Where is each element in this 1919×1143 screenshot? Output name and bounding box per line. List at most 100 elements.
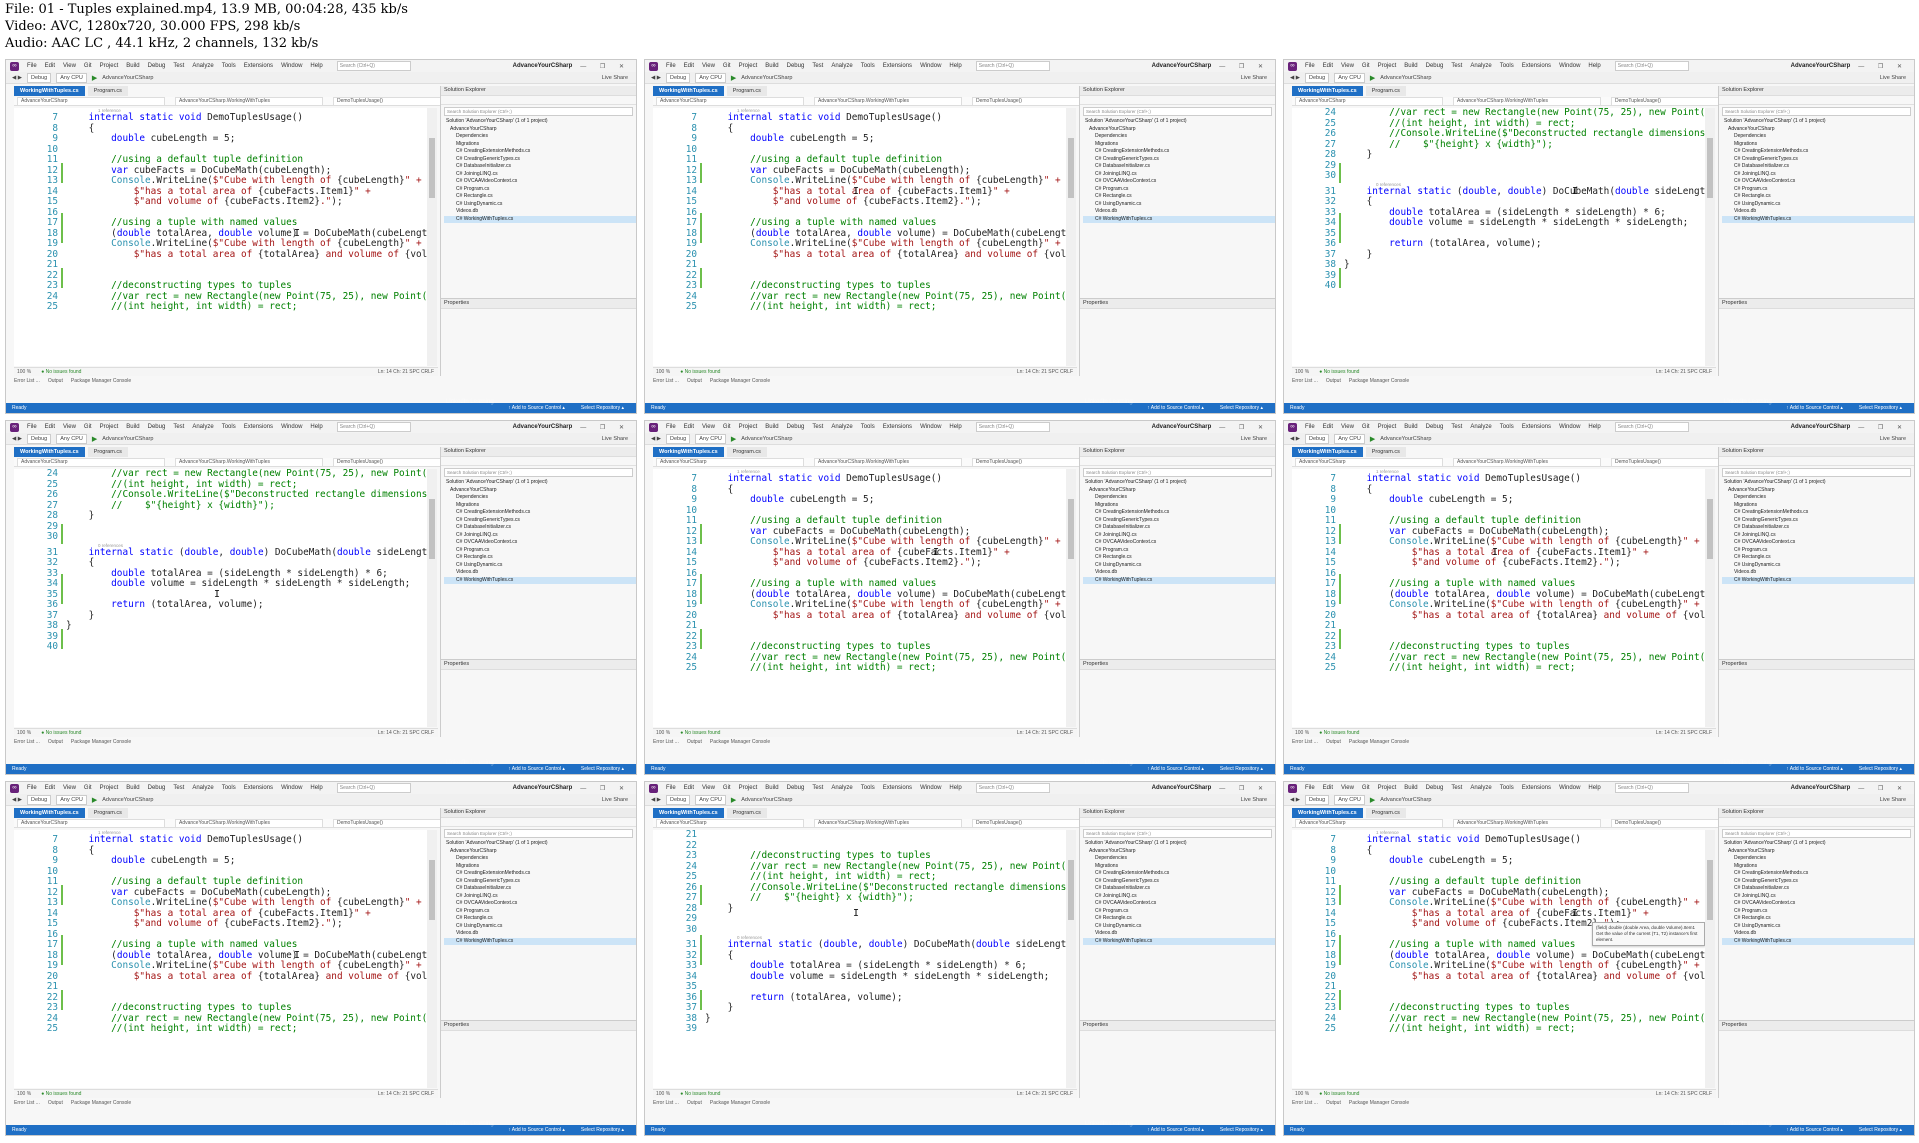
tree-item[interactable]: C# CreatingGenericTypes.cs <box>1083 878 1275 886</box>
menu-item-extensions[interactable]: Extensions <box>883 63 912 69</box>
menu-item-project[interactable]: Project <box>739 424 758 430</box>
menu-item-debug[interactable]: Debug <box>148 785 166 791</box>
tab-workingwithtuples[interactable]: WorkingWithTuples.cs <box>653 447 724 457</box>
menu-item-debug[interactable]: Debug <box>787 63 805 69</box>
tree-item[interactable]: C# CreatingExtensionMethods.cs <box>444 148 636 156</box>
nav-dropdown-1[interactable]: AdvanceYourCSharp.WorkingWithTuples <box>175 457 323 467</box>
no-issues-indicator[interactable]: ● No issues found <box>1319 729 1359 737</box>
bottom-tab-2[interactable]: Package Manager Console <box>71 737 131 747</box>
window-controls[interactable]: — ❐ ✕ <box>1858 785 1908 792</box>
nav-dropdown-0[interactable]: AdvanceYourCSharp <box>17 457 165 467</box>
solution-explorer-toolbar[interactable] <box>441 818 636 827</box>
status-action-0[interactable]: ↑ Add to Source Control ▴ <box>1786 403 1843 413</box>
tree-item[interactable]: C# JoiningLINQ.cs <box>444 893 636 901</box>
bottom-tab-2[interactable]: Package Manager Console <box>71 1098 131 1108</box>
menu-item-tools[interactable]: Tools <box>1500 785 1514 791</box>
code-editor[interactable]: 1 reference 7 internal static void DemoTu… <box>1292 469 1705 727</box>
scrollbar-thumb[interactable] <box>429 499 435 559</box>
menu-item-debug[interactable]: Debug <box>1426 785 1444 791</box>
tree-item[interactable]: Migrations <box>444 502 636 510</box>
run-target[interactable]: AdvanceYourCSharp <box>741 797 792 803</box>
tree-item[interactable]: C# Rectangle.cs <box>1083 554 1275 562</box>
tree-item[interactable]: C# DatabaseInitializer.cs <box>1722 885 1914 893</box>
bottom-tab-0[interactable]: Error List ... <box>1292 737 1318 747</box>
menu-item-view[interactable]: View <box>63 785 76 791</box>
status-action-1[interactable]: Select Repository ▴ <box>1220 764 1263 774</box>
menu-item-tools[interactable]: Tools <box>222 424 236 430</box>
platform-dropdown[interactable]: Any CPU <box>695 794 726 805</box>
tree-item[interactable]: C# Program.cs <box>444 547 636 555</box>
solution-explorer-toolbar[interactable] <box>1080 818 1275 827</box>
status-action-0[interactable]: ↑ Add to Source Control ▴ <box>1147 403 1204 413</box>
zoom-level[interactable]: 100 % <box>656 368 670 376</box>
bottom-tab-0[interactable]: Error List ... <box>14 1098 40 1108</box>
tree-item[interactable]: C# Program.cs <box>1083 547 1275 555</box>
no-issues-indicator[interactable]: ● No issues found <box>41 1090 81 1098</box>
menu-item-analyze[interactable]: Analyze <box>192 63 213 69</box>
tree-item[interactable]: C# Program.cs <box>1722 186 1914 194</box>
menu-item-window[interactable]: Window <box>281 785 302 791</box>
platform-dropdown[interactable]: Any CPU <box>56 72 87 83</box>
menu-item-git[interactable]: Git <box>723 785 731 791</box>
back-icon[interactable]: ◀ ▶ <box>12 436 22 442</box>
menu-item-analyze[interactable]: Analyze <box>1470 63 1491 69</box>
status-action-1[interactable]: Select Repository ▴ <box>1859 403 1902 413</box>
menu-item-debug[interactable]: Debug <box>1426 63 1444 69</box>
tree-item[interactable]: C# Rectangle.cs <box>1083 915 1275 923</box>
tree-item[interactable]: Solution 'AdvanceYourCSharp' (1 of 1 pro… <box>444 479 636 487</box>
zoom-level[interactable]: 100 % <box>1295 1090 1309 1098</box>
menu-item-analyze[interactable]: Analyze <box>192 424 213 430</box>
nav-dropdown-0[interactable]: AdvanceYourCSharp <box>1295 818 1443 828</box>
tree-item[interactable]: Videos.db <box>1083 208 1275 216</box>
tree-item[interactable]: C# OVCAAVideoContext.cs <box>444 539 636 547</box>
tree-item[interactable]: C# OVCAAVideoContext.cs <box>444 900 636 908</box>
tree-item[interactable]: Videos.db <box>444 208 636 216</box>
tree-item[interactable]: C# WorkingWithTuples.cs <box>1083 937 1275 945</box>
menu-item-git[interactable]: Git <box>1362 785 1370 791</box>
tree-item[interactable]: Dependencies <box>1083 133 1275 141</box>
tree-item[interactable]: Solution 'AdvanceYourCSharp' (1 of 1 pro… <box>444 840 636 848</box>
tree-item[interactable]: C# Rectangle.cs <box>1083 193 1275 201</box>
tree-item[interactable]: Videos.db <box>1083 930 1275 938</box>
tree-item[interactable]: Migrations <box>444 141 636 149</box>
menu-item-analyze[interactable]: Analyze <box>831 785 852 791</box>
solution-search-input[interactable]: Search Solution Explorer (Ctrl+;) <box>1083 468 1272 477</box>
tree-item[interactable]: C# CreatingExtensionMethods.cs <box>444 870 636 878</box>
back-icon[interactable]: ◀ ▶ <box>651 436 661 442</box>
tree-item[interactable]: C# JoiningLINQ.cs <box>1083 171 1275 179</box>
menu-item-help[interactable]: Help <box>1588 785 1600 791</box>
run-target[interactable]: AdvanceYourCSharp <box>102 75 153 81</box>
status-action-0[interactable]: ↑ Add to Source Control ▴ <box>1786 764 1843 774</box>
tab-workingwithtuples[interactable]: WorkingWithTuples.cs <box>653 86 724 96</box>
menu-item-build[interactable]: Build <box>765 63 778 69</box>
tree-item[interactable]: Videos.db <box>1083 569 1275 577</box>
back-icon[interactable]: ◀ ▶ <box>12 75 22 81</box>
menu-item-debug[interactable]: Debug <box>787 785 805 791</box>
code-editor[interactable]: 1 reference 7 internal static void DemoTu… <box>653 469 1066 727</box>
search-input[interactable]: Search (Ctrl+Q) <box>336 422 411 432</box>
menu-item-project[interactable]: Project <box>1378 785 1397 791</box>
run-target[interactable]: AdvanceYourCSharp <box>1380 436 1431 442</box>
tree-item[interactable]: C# OVCAAVideoContext.cs <box>1722 900 1914 908</box>
menu-item-file[interactable]: File <box>666 424 676 430</box>
menu-item-project[interactable]: Project <box>739 63 758 69</box>
tree-item[interactable]: C# WorkingWithTuples.cs <box>1722 937 1914 945</box>
tab-program[interactable]: Program.cs <box>726 86 767 96</box>
menu-item-window[interactable]: Window <box>281 424 302 430</box>
search-input[interactable]: Search (Ctrl+Q) <box>975 422 1050 432</box>
live-share-button[interactable]: Live Share <box>602 75 628 81</box>
tree-item[interactable]: C# CreatingGenericTypes.cs <box>444 156 636 164</box>
menu-item-analyze[interactable]: Analyze <box>1470 785 1491 791</box>
tree-item[interactable]: C# DatabaseInitializer.cs <box>1083 885 1275 893</box>
menu-item-view[interactable]: View <box>1341 785 1354 791</box>
menu-item-edit[interactable]: Edit <box>1323 63 1333 69</box>
tree-item[interactable]: C# WorkingWithTuples.cs <box>1083 576 1275 584</box>
tree-item[interactable]: AdvanceYourCSharp <box>1083 126 1275 134</box>
tree-item[interactable]: Migrations <box>444 863 636 871</box>
bottom-tab-2[interactable]: Package Manager Console <box>710 737 770 747</box>
menu-item-git[interactable]: Git <box>723 63 731 69</box>
tree-item[interactable]: C# CreatingExtensionMethods.cs <box>444 509 636 517</box>
tree-item[interactable]: C# WorkingWithTuples.cs <box>1722 215 1914 223</box>
platform-dropdown[interactable]: Any CPU <box>1334 433 1365 444</box>
menu-item-git[interactable]: Git <box>723 424 731 430</box>
